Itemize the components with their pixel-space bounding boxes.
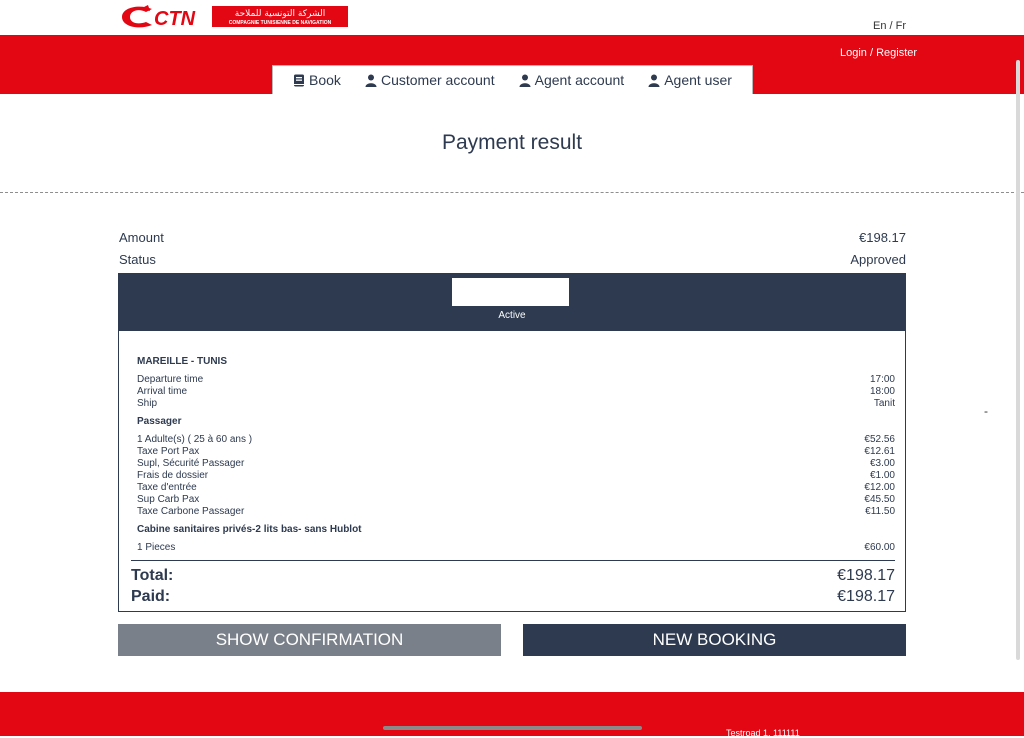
page-scrollbar[interactable] [1016, 60, 1020, 660]
list-item: Taxe Carbone Passager €11.50 [137, 506, 895, 518]
arrival-value: 18:00 [869, 386, 895, 397]
cabin-section-title: Cabine sanitaires privés-2 lits bas- san… [137, 524, 362, 535]
nav-agent-account-label: Agent account [534, 72, 625, 88]
list-item: Taxe d'entrée €12.00 [137, 482, 895, 494]
amount-label: Amount [119, 230, 164, 245]
nav-agent-account[interactable]: Agent account [519, 72, 625, 88]
passenger-item-label: 1 Adulte(s) ( 25 à 60 ans ) [137, 434, 253, 445]
cabin-item-label: 1 Pieces [137, 542, 176, 553]
ctn-logo[interactable]: CTN الشركة التونسية للملاحة COMPAGNIE TU… [118, 3, 350, 30]
passenger-item-value: €52.56 [864, 434, 895, 445]
list-item: 1 Pieces €60.00 [137, 542, 895, 554]
user-icon [648, 74, 660, 87]
status-row: Status Approved [119, 252, 906, 267]
total-divider [131, 560, 895, 561]
ship-label: Ship [137, 398, 158, 409]
passenger-item-label: Taxe Port Pax [137, 446, 200, 457]
header-bar: Login / Register Book Customer account A [0, 35, 1024, 94]
svg-text:CTN: CTN [154, 8, 196, 29]
passenger-item-label: Sup Carb Pax [137, 494, 200, 505]
ticket-card-header: Active [119, 274, 905, 331]
page-title: Payment result [441, 131, 583, 154]
language-switcher[interactable]: En / Fr [873, 20, 906, 32]
status-label: Status [119, 252, 156, 267]
show-confirmation-button[interactable]: SHOW CONFIRMATION [118, 624, 501, 656]
list-item: Taxe Port Pax €12.61 [137, 446, 895, 458]
list-item: Supl, Sécurité Passager €3.00 [137, 458, 895, 470]
paid-value: €198.17 [837, 588, 895, 605]
nav-book-label: Book [309, 72, 341, 88]
departure-value: 17:00 [869, 374, 895, 385]
ticket-card: Active MAREILLE - TUNIS Departure time 1… [118, 273, 906, 612]
side-mark: - [984, 404, 988, 418]
ship-value: Tanit [873, 398, 895, 409]
footer: Testroad 1, 111111 [0, 692, 1024, 738]
nav-agent-user-label: Agent user [664, 72, 732, 88]
passenger-item-label: Taxe d'entrée [137, 482, 197, 493]
list-item: 1 Adulte(s) ( 25 à 60 ans ) €52.56 [137, 434, 895, 446]
arrival-label: Arrival time [137, 386, 188, 397]
login-register-link[interactable]: Login / Register [840, 47, 917, 59]
nav-customer-account[interactable]: Customer account [365, 72, 495, 88]
main-nav: Book Customer account Agent account Agen… [272, 65, 753, 94]
route-title: MAREILLE - TUNIS [137, 356, 227, 367]
list-item: Sup Carb Pax €45.50 [137, 494, 895, 506]
passenger-item-label: Frais de dossier [137, 470, 209, 481]
passenger-item-value: €11.50 [865, 506, 895, 517]
departure-label: Departure time [137, 374, 204, 385]
passenger-section-title: Passager [137, 416, 182, 427]
top-bar: CTN الشركة التونسية للملاحة COMPAGNIE TU… [0, 0, 1024, 35]
nav-agent-user[interactable]: Agent user [648, 72, 732, 88]
list-item: Frais de dossier €1.00 [137, 470, 895, 482]
svg-text:COMPAGNIE TUNISIENNE DE NAVIGA: COMPAGNIE TUNISIENNE DE NAVIGATION [229, 20, 332, 26]
ticket-code-box [452, 278, 569, 306]
new-booking-button[interactable]: NEW BOOKING [523, 624, 906, 656]
passenger-item-value: €1.00 [869, 470, 895, 481]
ticket-status-label: Active [498, 310, 526, 321]
passenger-item-label: Taxe Carbone Passager [137, 506, 245, 517]
arrival-row: Arrival time 18:00 [137, 386, 895, 398]
passenger-item-value: €12.00 [864, 482, 895, 493]
paid-row: Paid: €198.17 [131, 588, 895, 606]
total-row: Total: €198.17 [131, 567, 895, 585]
user-icon [365, 74, 377, 87]
cabin-item-value: €60.00 [864, 542, 895, 553]
footer-address: Testroad 1, 111111 [726, 728, 800, 738]
nav-book[interactable]: Book [293, 72, 341, 88]
book-icon [294, 74, 305, 86]
total-value: €198.17 [837, 567, 895, 584]
amount-row: Amount €198.17 [119, 230, 906, 245]
dashed-divider [0, 192, 1024, 193]
svg-text:الشركة التونسية للملاحة: الشركة التونسية للملاحة [235, 9, 325, 19]
passenger-item-value: €3.00 [869, 458, 895, 469]
ship-row: Ship Tanit [137, 398, 895, 410]
passenger-item-value: €12.61 [864, 446, 895, 457]
user-icon [519, 74, 531, 87]
passenger-item-value: €45.50 [864, 494, 895, 505]
paid-label: Paid: [131, 588, 171, 605]
amount-value: €198.17 [859, 230, 906, 245]
nav-customer-account-label: Customer account [380, 72, 495, 88]
passenger-item-label: Supl, Sécurité Passager [137, 458, 245, 469]
logo-graphic: CTN الشركة التونسية للملاحة COMPAGNIE TU… [122, 5, 348, 30]
home-indicator[interactable] [383, 726, 642, 730]
total-label: Total: [131, 567, 174, 584]
status-value: Approved [850, 252, 906, 267]
departure-row: Departure time 17:00 [137, 374, 895, 386]
